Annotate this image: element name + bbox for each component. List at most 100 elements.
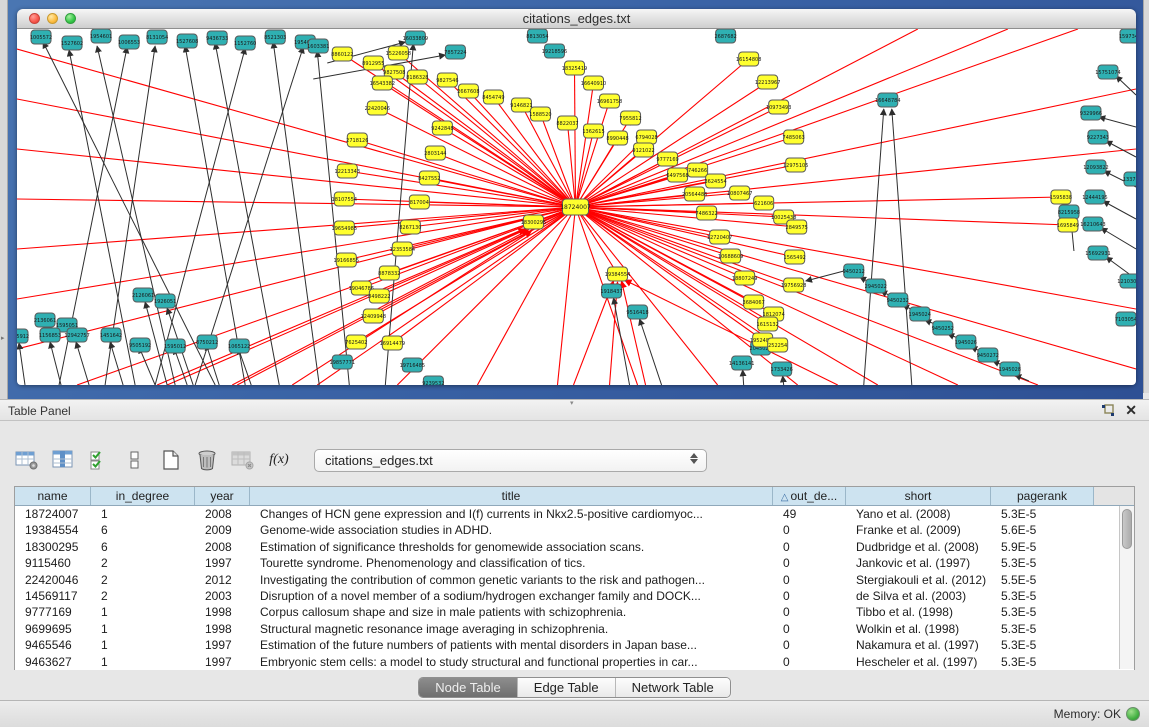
table-cell-short[interactable]: Hescheler et al. (1997) xyxy=(846,654,991,670)
graph-node[interactable]: 16961758 xyxy=(597,94,622,108)
table-cell-out_degree[interactable]: 0 xyxy=(773,572,846,588)
graph-node[interactable]: 1615132 xyxy=(757,317,779,331)
graph-node[interactable]: 1337343 xyxy=(1123,172,1136,186)
graph-node[interactable]: 3684067 xyxy=(743,295,765,309)
citation-edge[interactable] xyxy=(743,370,744,385)
table-cell-pagerank[interactable]: 5.9E-5 xyxy=(991,539,1094,555)
graph-node[interactable]: 18107554 xyxy=(332,192,357,206)
table-cell-title[interactable]: Structural magnetic resonance image aver… xyxy=(250,621,773,637)
table-row[interactable]: 911546021997Tourette syndrome. Phenomeno… xyxy=(15,555,1134,571)
tab-network-table[interactable]: Network Table xyxy=(616,678,730,697)
citation-edge[interactable] xyxy=(76,342,89,385)
table-cell-in_degree[interactable]: 1 xyxy=(91,654,195,670)
citation-edge-red[interactable] xyxy=(17,207,575,299)
tab-edge-table[interactable]: Edge Table xyxy=(518,678,616,697)
graph-node[interactable]: 8990448 xyxy=(606,131,628,145)
table-cell-short[interactable]: Nakamura et al. (1997) xyxy=(846,637,991,653)
column-header-title[interactable]: title xyxy=(250,487,773,505)
graph-node[interactable]: 9450212 xyxy=(843,264,865,278)
graph-node[interactable]: 8813054 xyxy=(526,29,548,43)
graph-node[interactable]: 18807249 xyxy=(732,271,757,285)
function-builder-button[interactable]: f(x) xyxy=(266,447,292,473)
graph-node[interactable]: 8454749 xyxy=(482,90,504,104)
table-cell-year[interactable]: 2009 xyxy=(195,522,250,538)
graph-node[interactable]: 12213343 xyxy=(335,164,360,178)
citation-edge[interactable] xyxy=(139,347,155,385)
table-cell-in_degree[interactable]: 6 xyxy=(91,522,195,538)
graph-node[interactable]: 12975105 xyxy=(783,158,808,172)
table-cell-out_degree[interactable]: 49 xyxy=(773,506,846,522)
citation-edge[interactable] xyxy=(385,44,413,385)
graph-node[interactable]: 1603381 xyxy=(307,39,329,53)
citation-edge[interactable] xyxy=(892,109,912,385)
citation-edge-red[interactable] xyxy=(575,207,717,385)
graph-node[interactable]: 1005572 xyxy=(30,30,52,44)
table-cell-year[interactable]: 2008 xyxy=(195,506,250,522)
citation-edge[interactable] xyxy=(50,342,61,385)
citation-edge-red[interactable] xyxy=(622,281,646,385)
graph-node[interactable]: 10807467 xyxy=(727,186,752,200)
graph-node[interactable]: 8131054 xyxy=(146,30,168,44)
graph-node[interactable]: 8822037 xyxy=(556,116,578,130)
table-cell-in_degree[interactable]: 1 xyxy=(91,604,195,620)
citation-edge-red[interactable] xyxy=(17,49,575,207)
graph-node[interactable]: 18300295 xyxy=(521,215,546,229)
table-cell-out_degree[interactable]: 0 xyxy=(773,555,846,571)
table-cell-year[interactable]: 1998 xyxy=(195,604,250,620)
table-cell-out_degree[interactable]: 0 xyxy=(773,604,846,620)
delete-column-button[interactable] xyxy=(194,447,220,473)
graph-node[interactable]: 2687682 xyxy=(714,29,736,43)
table-cell-title[interactable]: Corpus callosum shape and size in male p… xyxy=(250,604,773,620)
graph-node[interactable]: 2849575 xyxy=(786,220,808,234)
graph-node[interactable]: 6794028 xyxy=(635,130,657,144)
table-row[interactable]: 969969511998Structural magnetic resonanc… xyxy=(15,621,1134,637)
table-cell-year[interactable]: 2008 xyxy=(195,539,250,555)
citation-edge-red[interactable] xyxy=(397,207,575,385)
graph-node[interactable]: 19756928 xyxy=(781,278,806,292)
table-cell-pagerank[interactable]: 5.3E-5 xyxy=(991,588,1094,604)
table-cell-out_degree[interactable]: 0 xyxy=(773,588,846,604)
splitter-handle-icon[interactable]: ▾ xyxy=(570,399,574,407)
table-cell-name[interactable]: 18300295 xyxy=(15,539,91,555)
table-cell-pagerank[interactable]: 5.3E-5 xyxy=(991,506,1094,522)
table-cell-title[interactable]: Disruption of a novel member of a sodium… xyxy=(250,588,773,604)
hub-node[interactable]: 18724007 xyxy=(560,199,591,215)
table-cell-pagerank[interactable]: 5.5E-5 xyxy=(991,572,1094,588)
graph-node[interactable]: 3915912 xyxy=(17,329,29,343)
graph-node[interactable]: 1945024 xyxy=(909,307,931,321)
graph-node[interactable]: 8215958 xyxy=(1058,205,1080,219)
graph-node[interactable]: 1565492 xyxy=(784,250,806,264)
table-cell-name[interactable]: 9777169 xyxy=(15,604,91,620)
table-cell-short[interactable]: Dudbridge et al. (2008) xyxy=(846,539,991,555)
graph-node[interactable]: 7625402 xyxy=(345,335,367,349)
graph-node[interactable]: 9450252 xyxy=(932,321,954,335)
network-window-titlebar[interactable]: citations_edges.txt xyxy=(17,9,1136,29)
table-cell-pagerank[interactable]: 5.3E-5 xyxy=(991,637,1094,653)
graph-node[interactable]: 1597343 xyxy=(1119,29,1136,43)
table-cell-name[interactable]: 9699695 xyxy=(15,621,91,637)
graph-node[interactable]: 1152760 xyxy=(234,36,256,50)
table-vertical-scrollbar[interactable] xyxy=(1119,506,1134,669)
table-cell-in_degree[interactable]: 1 xyxy=(91,506,195,522)
graph-node[interactable]: 8750212 xyxy=(196,335,218,349)
table-chooser-dropdown[interactable]: citations_edges.txt xyxy=(314,449,707,472)
graph-node[interactable]: 1595012 xyxy=(164,339,186,353)
graph-node[interactable]: 1595838 xyxy=(1050,190,1072,204)
graph-node[interactable]: 19218596 xyxy=(542,44,567,58)
graph-node[interactable]: 16640910 xyxy=(581,76,606,90)
create-column-button[interactable] xyxy=(158,447,184,473)
tab-node-table[interactable]: Node Table xyxy=(419,678,518,697)
graph-node[interactable]: 6497568 xyxy=(666,168,688,182)
graph-node[interactable]: 22420046 xyxy=(365,101,390,115)
graph-node[interactable]: 8498222 xyxy=(368,289,390,303)
graph-node[interactable]: 7857224 xyxy=(444,45,466,59)
graph-node[interactable]: 9227343 xyxy=(1087,130,1109,144)
table-cell-short[interactable]: Franke et al. (2009) xyxy=(846,522,991,538)
table-cell-name[interactable]: 9463627 xyxy=(15,654,91,670)
graph-node[interactable]: 9505192 xyxy=(129,338,151,352)
graph-node[interactable]: 1588520 xyxy=(529,107,551,121)
graph-node[interactable]: 10688609 xyxy=(718,249,743,263)
citation-edge-red[interactable] xyxy=(575,89,1136,207)
table-cell-title[interactable]: Tourette syndrome. Phenomenology and cla… xyxy=(250,555,773,571)
column-header-short[interactable]: short xyxy=(846,487,991,505)
